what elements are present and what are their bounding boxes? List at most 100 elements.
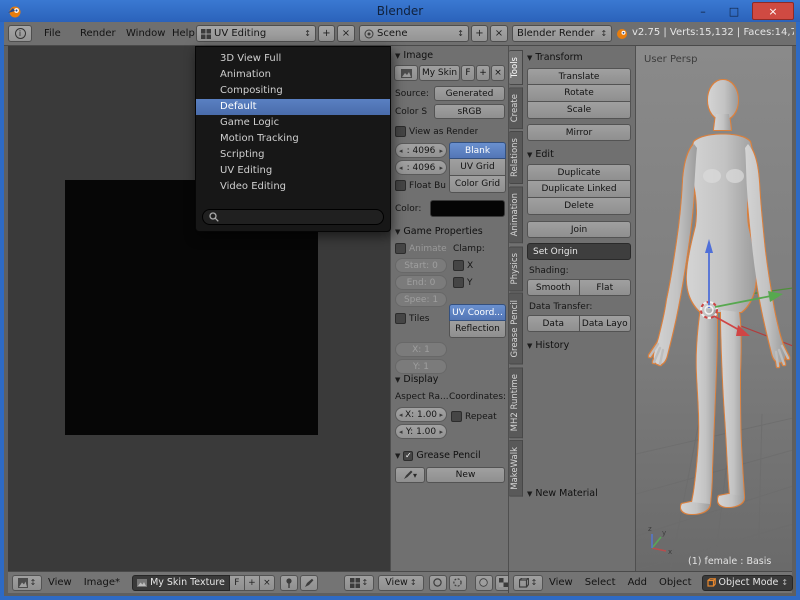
layout-menu-item-default[interactable]: Default	[196, 99, 390, 115]
unlink-image-button[interactable]: ×	[260, 575, 275, 591]
source-dropdown[interactable]: Generated	[434, 86, 505, 101]
layout-search-input[interactable]	[223, 212, 377, 223]
proportional-edit-button[interactable]	[429, 575, 447, 591]
left-arrow-icon[interactable]: ◂	[399, 428, 403, 436]
section-image[interactable]: ▼ Image	[395, 48, 506, 63]
set-origin-dropdown[interactable]: Set Origin	[527, 243, 631, 260]
delete-scene-button[interactable]: ×	[490, 25, 508, 42]
mapping-reflection[interactable]: Reflection	[449, 321, 506, 338]
tab-mh2-runtime[interactable]: MH2 Runtime	[509, 367, 523, 438]
view3d-menu-select[interactable]: Select	[579, 577, 622, 588]
tab-makewalk[interactable]: MakeWalk	[509, 440, 523, 497]
view3d-menu-view[interactable]: View	[543, 577, 579, 588]
pin-button[interactable]	[280, 575, 298, 591]
view3d-menu-object[interactable]: Object	[653, 577, 698, 588]
pivot-dropdown[interactable]: View ↕	[378, 575, 424, 591]
generated-type-blank[interactable]: Blank	[449, 142, 506, 159]
delete-layout-button[interactable]: ×	[337, 25, 355, 42]
left-arrow-icon[interactable]: ◂	[399, 147, 403, 155]
mode-dropdown[interactable]: Object Mode ↕	[702, 575, 794, 591]
tab-relations[interactable]: Relations	[509, 131, 523, 184]
minimize-button[interactable]: –	[690, 2, 716, 20]
section-edit[interactable]: ▼ Edit	[527, 147, 633, 162]
fake-user-button[interactable]: F	[461, 65, 475, 81]
add-layout-button[interactable]: +	[318, 25, 335, 42]
clamp-y-checkbox[interactable]	[453, 277, 464, 288]
mirror-button[interactable]: Mirror	[527, 124, 631, 141]
repeat-checkbox[interactable]	[451, 411, 462, 422]
view3d-menu-add[interactable]: Add	[622, 577, 653, 588]
image-name-field[interactable]: My Skin	[419, 65, 460, 81]
aspect-y-field[interactable]: ◂ Y: 1.00 ▸	[395, 424, 447, 439]
tab-create[interactable]: Create	[509, 87, 523, 129]
paint-mode-button[interactable]	[300, 575, 318, 591]
editor-type-button[interactable]: ↕	[12, 575, 42, 591]
screen-layout-dropdown[interactable]: UV Editing ↕	[196, 25, 316, 42]
menu-render[interactable]: Render	[74, 26, 122, 42]
scale-button[interactable]: Scale	[527, 102, 631, 119]
close-button[interactable]: ×	[752, 2, 794, 20]
section-new-material[interactable]: ▼ New Material	[527, 486, 633, 501]
title-bar[interactable]: Blender – □ ×	[0, 0, 800, 22]
editor-type-button[interactable]: i	[8, 25, 32, 42]
shade-smooth-button[interactable]: Smooth	[527, 279, 580, 296]
layout-menu-search[interactable]	[202, 209, 384, 225]
editor-type-button[interactable]: ↕	[513, 575, 543, 591]
menu-window[interactable]: Window	[120, 26, 171, 42]
rotate-button[interactable]: Rotate	[527, 85, 631, 102]
menu-file[interactable]: File	[38, 26, 67, 42]
add-image-button[interactable]: +	[245, 575, 260, 591]
display-channels-color-button[interactable]	[475, 575, 493, 591]
section-transform[interactable]: ▼ Transform	[527, 50, 633, 65]
delete-button[interactable]: Delete	[527, 198, 631, 215]
layout-menu-item-uv-editing[interactable]: UV Editing	[196, 163, 390, 179]
fake-user-button[interactable]: F	[230, 575, 245, 591]
right-arrow-icon[interactable]: ▸	[439, 428, 443, 436]
left-arrow-icon[interactable]: ◂	[399, 164, 403, 172]
clamp-x-checkbox[interactable]	[453, 260, 464, 271]
section-grease-pencil[interactable]: ▼ ✓ Grease Pencil	[395, 448, 506, 463]
view-as-render-checkbox[interactable]	[395, 126, 406, 137]
tiles-x-field[interactable]: X: 1	[395, 342, 447, 357]
unlink-image-button[interactable]: ×	[491, 65, 505, 81]
float-buffer-checkbox[interactable]	[395, 180, 406, 191]
translate-button[interactable]: Translate	[527, 68, 631, 85]
image-browse-dropdown[interactable]	[394, 65, 418, 81]
tiles-checkbox[interactable]	[395, 313, 406, 324]
colorspace-dropdown[interactable]: sRGB	[434, 104, 505, 119]
generated-type-color-grid[interactable]: Color Grid	[449, 176, 506, 193]
generated-type-uv-grid[interactable]: UV Grid	[449, 159, 506, 176]
grease-pencil-checkbox[interactable]: ✓	[403, 451, 413, 461]
layout-menu-item-video-editing[interactable]: Video Editing	[196, 179, 390, 195]
shade-flat-button[interactable]: Flat	[580, 279, 632, 296]
section-history[interactable]: ▼ History	[527, 338, 633, 353]
layout-menu-item-animation[interactable]: Animation	[196, 67, 390, 83]
mapping-uv-coordinates[interactable]: UV Coord...	[449, 304, 506, 321]
join-button[interactable]: Join	[527, 221, 631, 238]
add-scene-button[interactable]: +	[471, 25, 488, 42]
tab-grease-pencil[interactable]: Grease Pencil	[509, 293, 523, 365]
uv-menu-view[interactable]: View	[42, 577, 78, 588]
tab-tools[interactable]: Tools	[509, 50, 523, 85]
right-arrow-icon[interactable]: ▸	[439, 147, 443, 155]
section-display[interactable]: ▼ Display	[395, 372, 506, 387]
editor-type-button[interactable]: ↕	[344, 575, 374, 591]
layout-menu-item-scripting[interactable]: Scripting	[196, 147, 390, 163]
generated-width-field[interactable]: ◂ : 4096 ▸	[395, 143, 447, 158]
aspect-x-field[interactable]: ◂ X: 1.00 ▸	[395, 407, 447, 422]
render-engine-dropdown[interactable]: Blender Render ↕	[512, 25, 612, 42]
duplicate-linked-button[interactable]: Duplicate Linked	[527, 181, 631, 198]
duplicate-button[interactable]: Duplicate	[527, 164, 631, 181]
anim-start-field[interactable]: Start: 0	[395, 258, 447, 273]
grease-pencil-source-dropdown[interactable]: ▾	[395, 467, 425, 483]
layout-menu-item-3d-view-full[interactable]: 3D View Full	[196, 51, 390, 67]
right-arrow-icon[interactable]: ▸	[439, 411, 443, 419]
layout-menu-item-compositing[interactable]: Compositing	[196, 83, 390, 99]
layout-menu-item-game-logic[interactable]: Game Logic	[196, 115, 390, 131]
uv-menu-image[interactable]: Image*	[78, 577, 126, 588]
tab-physics[interactable]: Physics	[509, 246, 523, 291]
tab-animation[interactable]: Animation	[509, 186, 523, 243]
data-layout-button[interactable]: Data Layo	[580, 315, 632, 332]
snap-button[interactable]	[449, 575, 467, 591]
maximize-button[interactable]: □	[720, 2, 748, 20]
